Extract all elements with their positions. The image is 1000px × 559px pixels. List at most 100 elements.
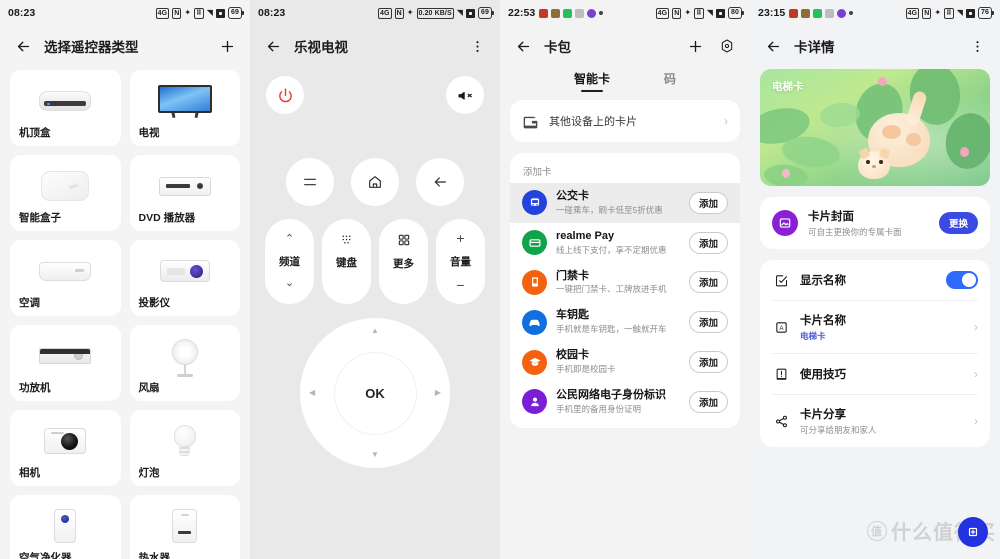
nfc-icon: N bbox=[172, 7, 182, 19]
device-card-smart-box[interactable]: 智能盒子 bbox=[10, 155, 121, 231]
device-label: 投影仪 bbox=[138, 297, 171, 309]
chevron-up-icon[interactable]: ⌃ bbox=[285, 234, 294, 245]
volume-control[interactable]: + 音量 − bbox=[436, 219, 485, 304]
dpad-left-icon[interactable]: ◀ bbox=[309, 389, 315, 397]
device-card-purifier[interactable]: 空气净化器 bbox=[10, 495, 121, 559]
status-bar: 08:23 4G N ✦ ⠿ ◥ 69 bbox=[0, 0, 250, 26]
menu-button[interactable] bbox=[286, 158, 334, 206]
more-vertical-icon[interactable] bbox=[466, 35, 488, 57]
floating-action-button[interactable] bbox=[958, 517, 988, 547]
tab-code[interactable]: 码 bbox=[664, 70, 676, 92]
status-icons: 4G N ✦ ⠿ ◥ 69 bbox=[155, 7, 244, 19]
card-row-bus[interactable]: 公交卡 一碰乘车，刷卡低至5折优惠 添加 bbox=[510, 183, 740, 223]
back-arrow-icon[interactable] bbox=[512, 35, 534, 57]
cover-row[interactable]: 卡片封面 可自主更换你的专属卡面 更换 bbox=[760, 197, 990, 249]
plus-icon[interactable] bbox=[684, 35, 706, 57]
device-card-set-top-box[interactable]: 机顶盒 bbox=[10, 70, 121, 146]
device-label: 空气净化器 bbox=[19, 552, 72, 559]
dvd-player-icon bbox=[158, 176, 211, 196]
amplifier-icon bbox=[39, 348, 92, 364]
status-app-icons bbox=[539, 8, 604, 18]
sim-icon bbox=[716, 8, 725, 18]
card-row-eid[interactable]: 公民网络电子身份标识 手机里的备用身份证明 添加 bbox=[510, 382, 740, 422]
other-devices-card[interactable]: 其他设备上的卡片 › bbox=[510, 100, 740, 142]
device-card-bulb[interactable]: 灯泡 bbox=[129, 410, 240, 486]
channel-control[interactable]: ⌃ 频道 ⌄ bbox=[265, 219, 314, 304]
add-button[interactable]: 添加 bbox=[688, 231, 728, 254]
projector-icon bbox=[159, 260, 210, 282]
card-icon bbox=[522, 230, 547, 256]
bluetooth-icon: ✦ bbox=[184, 8, 192, 17]
add-button[interactable]: 添加 bbox=[688, 390, 728, 413]
card-row-car-key[interactable]: 车钥匙 手机就是车钥匙，一触就开车 添加 bbox=[510, 302, 740, 342]
device-card-dvd-player[interactable]: DVD 播放器 bbox=[129, 155, 240, 231]
display-name-icon bbox=[772, 271, 790, 289]
gear-icon[interactable] bbox=[716, 35, 738, 57]
device-card-camera[interactable]: 相机 bbox=[10, 410, 121, 486]
tab-smart-card[interactable]: 智能卡 bbox=[574, 70, 610, 92]
app-notification-icon bbox=[551, 8, 561, 18]
row-card-name[interactable]: A 卡片名称 电梯卡 › bbox=[760, 301, 990, 353]
dpad-up-icon[interactable]: ▲ bbox=[371, 327, 379, 335]
status-time: 08:23 bbox=[258, 7, 286, 19]
device-card-projector[interactable]: 投影仪 bbox=[129, 240, 240, 316]
plus-icon[interactable] bbox=[216, 35, 238, 57]
dpad-right-icon[interactable]: ▶ bbox=[435, 389, 441, 397]
device-card-amplifier[interactable]: 功放机 bbox=[10, 325, 121, 401]
keyboard-button[interactable]: 键盘 bbox=[322, 219, 371, 304]
add-button[interactable]: 添加 bbox=[688, 271, 728, 294]
water-heater-icon bbox=[172, 509, 198, 543]
plus-icon[interactable]: + bbox=[456, 231, 464, 245]
mute-button[interactable] bbox=[446, 76, 484, 114]
back-button[interactable] bbox=[416, 158, 464, 206]
status-app-icons bbox=[789, 8, 854, 18]
network-4g-icon: 4G bbox=[378, 7, 392, 19]
more-vertical-icon[interactable] bbox=[966, 35, 988, 57]
app-notification-icon bbox=[587, 8, 597, 18]
chevron-right-icon: › bbox=[974, 414, 978, 428]
dpad[interactable]: ▲ ▼ ◀ ▶ OK bbox=[300, 318, 450, 468]
device-card-fan[interactable]: 风扇 bbox=[129, 325, 240, 401]
more-button[interactable]: 更多 bbox=[379, 219, 428, 304]
nfc-icon: N bbox=[672, 7, 682, 19]
power-button[interactable] bbox=[266, 76, 304, 114]
app-notification-icon bbox=[825, 8, 835, 18]
card-desc: 手机里的备用身份证明 bbox=[556, 403, 642, 414]
change-cover-button[interactable]: 更换 bbox=[938, 212, 978, 234]
row-card-share[interactable]: 卡片分享 可分享给朋友和家人 › bbox=[760, 395, 990, 447]
device-card-tv[interactable]: 电视 bbox=[129, 70, 240, 146]
add-button[interactable]: 添加 bbox=[688, 311, 728, 334]
back-arrow-icon[interactable] bbox=[12, 35, 34, 57]
card-row-realme-pay[interactable]: realme Pay 线上线下支付，享不定期优惠 添加 bbox=[510, 223, 740, 263]
card-cover-image[interactable]: 电梯卡 bbox=[760, 69, 990, 186]
add-button[interactable]: 添加 bbox=[688, 351, 728, 374]
display-name-toggle[interactable] bbox=[946, 271, 978, 289]
signal-icon: ⠿ bbox=[194, 7, 204, 19]
back-arrow-icon[interactable] bbox=[262, 35, 284, 57]
home-button[interactable] bbox=[351, 158, 399, 206]
battery-icon: 80 bbox=[728, 7, 744, 19]
dpad-ok-button[interactable]: OK bbox=[333, 351, 417, 435]
network-4g-icon: 4G bbox=[655, 7, 670, 19]
device-label: 机顶盒 bbox=[19, 127, 51, 139]
chevron-down-icon[interactable]: ⌄ bbox=[285, 278, 294, 289]
signal-icon: ⠿ bbox=[694, 7, 704, 19]
bulb-icon bbox=[173, 425, 196, 457]
card-row-campus[interactable]: 校园卡 手机即是校园卡 添加 bbox=[510, 342, 740, 382]
card-desc: 一键把门禁卡、工牌放进手机 bbox=[556, 284, 667, 295]
minus-icon[interactable]: − bbox=[456, 278, 464, 292]
dpad-down-icon[interactable]: ▼ bbox=[371, 451, 379, 459]
section-title: 添加卡 bbox=[523, 167, 552, 178]
device-card-water-heater[interactable]: 热水器 bbox=[129, 495, 240, 559]
app-notification-icon bbox=[813, 8, 823, 18]
card-row-door-access[interactable]: 门禁卡 一键把门禁卡、工牌放进手机 添加 bbox=[510, 263, 740, 303]
device-card-air-conditioner[interactable]: 空调 bbox=[10, 240, 121, 316]
add-button[interactable]: 添加 bbox=[688, 191, 728, 214]
row-usage-tips[interactable]: 使用技巧 › bbox=[760, 354, 990, 394]
back-arrow-icon[interactable] bbox=[762, 35, 784, 57]
lotus-flower-icon bbox=[878, 77, 887, 86]
row-display-name[interactable]: 显示名称 bbox=[760, 260, 990, 300]
chevron-right-icon: › bbox=[974, 320, 978, 334]
remote-nav-row bbox=[250, 158, 500, 206]
device-label: 风扇 bbox=[138, 382, 160, 394]
